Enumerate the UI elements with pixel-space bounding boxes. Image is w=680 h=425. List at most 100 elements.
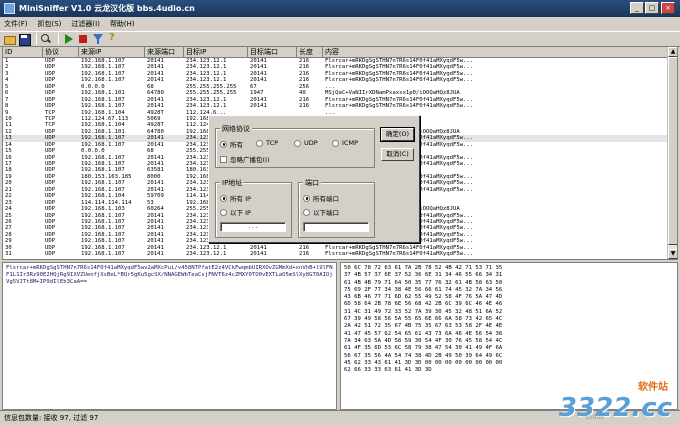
filter-dialog: 网络协议 所有 TCP UDP ICMP 忽略广播包(I) 确定(O) 取消(C… (208, 115, 420, 243)
ip-group: IP地址 所有 IP 以下 IP . . . (215, 178, 292, 238)
stop-capture-icon[interactable] (77, 33, 90, 45)
col-dst-port[interactable]: 目标端口 (248, 47, 297, 58)
radio-on-icon (303, 194, 310, 202)
open-icon[interactable] (3, 33, 16, 45)
ip-below-radio[interactable]: 以下 IP (220, 207, 251, 217)
protocol-tcp-label: TCP (266, 139, 279, 147)
scroll-up-icon[interactable]: ▲ (668, 47, 677, 57)
checkbox-icon (220, 155, 227, 163)
ignore-broadcast-checkbox[interactable]: 忽略广播包(I) (220, 154, 270, 164)
table-scrollbar[interactable]: ▲ ▼ (667, 47, 677, 259)
hex-line: 2A 42 51 72 35 67 4B 75 35 67 63 53 58 2… (344, 323, 503, 330)
close-button[interactable]: × (661, 2, 675, 14)
hex-line: 43 6B 46 77 71 6D 62 55 49 52 58 4F 76 5… (344, 294, 503, 301)
hex-line: 6D 58 64 2B 78 6E 56 68 42 2B 6C 39 6C 4… (344, 301, 503, 308)
protocol-tcp-radio[interactable]: TCP (256, 139, 278, 147)
scroll-down-icon[interactable]: ▼ (668, 249, 677, 259)
protocol-udp-radio[interactable]: UDP (294, 139, 318, 147)
protocol-icmp-radio[interactable]: ICMP (332, 139, 358, 147)
title-bar[interactable]: MiniSniffer V1.0 云龙汉化版 bbs.4udio.cn _ □ … (0, 0, 680, 17)
col-length[interactable]: 长度 (297, 47, 323, 58)
ascii-pane[interactable]: Flsrcar+mRKDgSgSTHN7n7R6s14F0f41aMXyqdF5… (2, 262, 337, 410)
menu-filter[interactable]: 过滤器(I) (71, 19, 100, 29)
table-cell: 234.123.12.1 (186, 251, 227, 258)
col-content[interactable]: 内容 (323, 47, 669, 58)
scroll-thumb[interactable] (668, 57, 677, 245)
table-cell: 20141 (250, 251, 267, 258)
ascii-content: Flsrcar+mRKDgSgSTHN7n7R6s14F0f41aMXyqdF5… (6, 265, 333, 285)
hex-line: 41 47 45 57 62 54 65 61 43 73 6A 46 4E 5… (344, 330, 503, 337)
radio-off-icon (294, 139, 301, 147)
start-capture-icon[interactable] (62, 33, 75, 45)
menu-help[interactable]: 帮助(H) (110, 19, 135, 29)
save-icon[interactable] (18, 33, 31, 46)
ok-button[interactable]: 确定(O) (380, 127, 415, 142)
app-window: MiniSniffer V1.0 云龙汉化版 bbs.4udio.cn _ □ … (0, 0, 680, 425)
ip-all-label: 所有 IP (230, 195, 251, 203)
ignore-broadcast-label: 忽略广播包(I) (230, 156, 270, 164)
minimize-button[interactable]: _ (630, 2, 644, 14)
radio-off-icon (332, 139, 339, 147)
watermark-logo: 3322.cc (558, 393, 672, 423)
radio-off-icon (220, 208, 227, 216)
toolbar (0, 31, 680, 47)
table-row[interactable]: 31 UDP 192.168.1.107 20141 234.123.12.1 20141… (3, 251, 669, 257)
protocol-group: 网络协议 所有 TCP UDP ICMP 忽略广播包(I) (215, 124, 375, 168)
table-cell: 31 (5, 251, 12, 258)
maximize-button[interactable]: □ (645, 2, 659, 14)
protocol-all-radio[interactable]: 所有 (220, 139, 243, 149)
hex-line: 61 4B 4B 79 71 64 50 35 77 76 32 61 4B 5… (344, 279, 503, 286)
col-id[interactable]: ID (3, 47, 43, 58)
app-icon (4, 3, 15, 14)
hex-pane[interactable]: 50 6C 78 72 63 61 7A 2B 78 52 4B 42 71 5… (340, 262, 678, 410)
radio-on-icon (220, 140, 227, 148)
menu-file[interactable]: 文件(F) (4, 19, 28, 29)
find-icon[interactable] (40, 33, 53, 45)
port-field[interactable] (303, 222, 369, 232)
about-icon[interactable] (107, 32, 120, 45)
hex-line: 7A 34 63 5A 4D 58 59 30 54 4F 30 76 45 5… (344, 337, 503, 344)
watermark-sniffer: Sniffer (585, 414, 605, 421)
menu-capture[interactable]: 抓包(S) (38, 19, 62, 29)
protocol-group-label: 网络协议 (220, 124, 252, 134)
radio-off-icon (303, 208, 310, 216)
hex-content: 50 6C 78 72 63 61 7A 2B 78 52 4B 42 71 5… (341, 263, 677, 374)
hex-line: 45 62 33 43 61 41 3D 3D 00 00 00 00 00 0… (344, 359, 503, 366)
col-src-port[interactable]: 来源端口 (145, 47, 184, 58)
hex-line: 62 66 33 33 63 61 41 3D 3D (344, 367, 432, 374)
watermark-site-label: 软件站 (638, 382, 668, 393)
hex-line: 37 4B 57 37 6E 37 52 36 6E 31 34 46 55 6… (344, 272, 503, 279)
ip-below-label: 以下 IP (230, 209, 251, 217)
port-all-label: 所有端口 (313, 195, 339, 203)
radio-on-icon (220, 194, 227, 202)
cancel-button[interactable]: 取消(C) (381, 148, 414, 161)
menu-bar: 文件(F) 抓包(S) 过滤器(I) 帮助(H) (0, 17, 680, 31)
table-cell: 216 (299, 251, 310, 258)
ip-all-radio[interactable]: 所有 IP (220, 193, 251, 203)
table-cell: Flsrcar+mRKDgSgSTHN7n7R6s14F0f41aMXyqdF5… (325, 251, 474, 258)
col-dst-ip[interactable]: 目标IP (184, 47, 248, 58)
hex-line: 50 6C 78 72 63 61 7A 2B 78 52 4B 42 71 5… (344, 265, 503, 271)
port-group: 端口 所有端口 以下端口 (298, 178, 375, 238)
col-src-ip[interactable]: 来源IP (79, 47, 145, 58)
table-cell: 192.168.1.107 (81, 251, 125, 258)
table-header: ID 协议 来源IP 来源端口 目标IP 目标端口 长度 内容 (3, 47, 669, 58)
ip-group-label: IP地址 (220, 178, 245, 188)
toolbar-separator (36, 33, 37, 45)
ip-address-field[interactable]: . . . (220, 222, 286, 232)
hex-line: 75 69 2F 77 34 38 4E 56 66 61 74 45 32 7… (344, 286, 503, 293)
port-all-radio[interactable]: 所有端口 (303, 193, 339, 203)
protocol-all-label: 所有 (230, 141, 243, 149)
hex-line: 67 39 49 58 56 5A 55 65 6E 66 6A 58 73 4… (344, 316, 503, 323)
window-title: MiniSniffer V1.0 云龙汉化版 bbs.4udio.cn (19, 4, 195, 13)
toolbar-separator (58, 33, 59, 45)
table-cell: UDP (45, 251, 56, 258)
protocol-icmp-label: ICMP (342, 139, 358, 147)
port-below-radio[interactable]: 以下端口 (303, 207, 339, 217)
port-group-label: 端口 (303, 178, 321, 188)
hex-line: 61 4F 35 6D 53 6C 58 79 38 47 54 30 41 4… (344, 345, 503, 352)
hex-line: 56 67 35 56 4A 54 74 38 4D 2B 49 50 39 6… (344, 352, 503, 359)
port-below-label: 以下端口 (313, 209, 339, 217)
filter-icon[interactable] (92, 33, 105, 45)
col-protocol[interactable]: 协议 (43, 47, 79, 58)
